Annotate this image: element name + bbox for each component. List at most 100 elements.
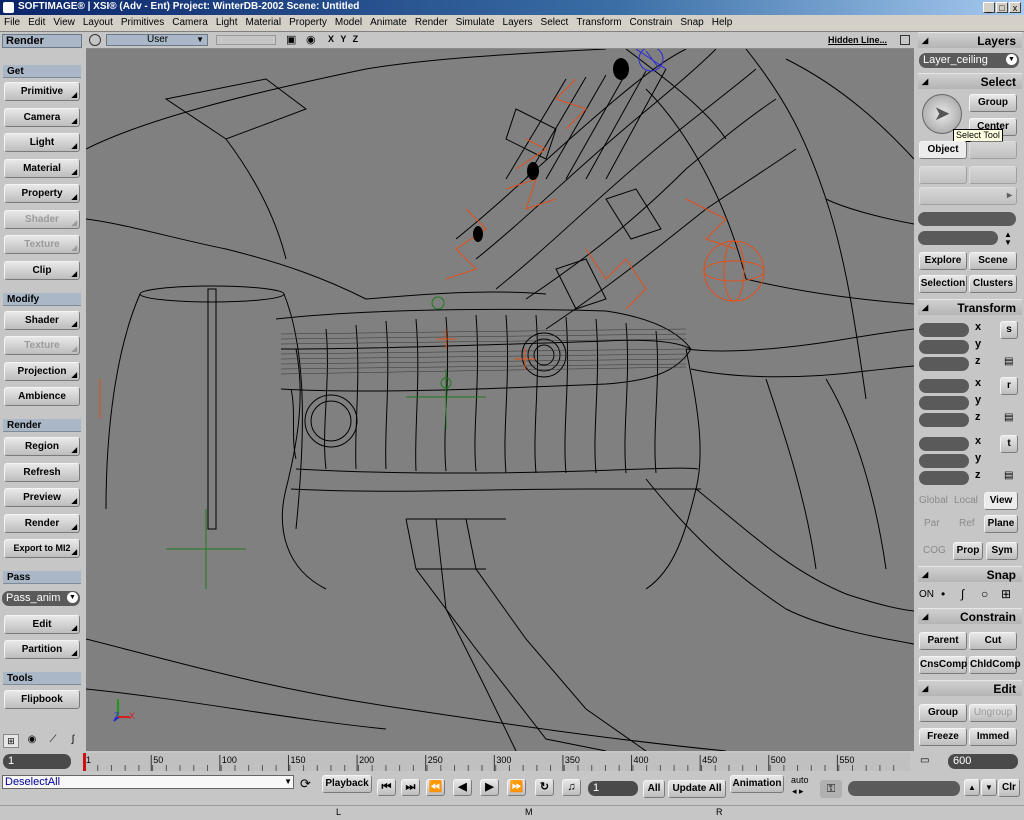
rotate-tool-button[interactable]: r: [1000, 377, 1018, 395]
select-filter-blank-2[interactable]: [919, 166, 967, 184]
scale-menu-icon[interactable]: ▤: [1004, 356, 1013, 367]
palette-tab-icon[interactable]: ◉: [24, 734, 40, 748]
clear-button[interactable]: Clr: [998, 779, 1020, 797]
scale-y-field[interactable]: [919, 340, 969, 354]
camera-icon[interactable]: ▣: [286, 33, 296, 46]
spin-arrows-icon[interactable]: ▲ ▼: [1004, 231, 1012, 247]
prev-keyframe-button[interactable]: ▲: [964, 779, 980, 796]
eye-icon[interactable]: ◉: [306, 33, 316, 46]
menu-help[interactable]: Help: [708, 15, 737, 30]
global-toggle[interactable]: Global: [919, 495, 948, 506]
ref-toggle[interactable]: Ref: [959, 518, 975, 529]
get-property-button[interactable]: Property ◢: [4, 184, 80, 203]
memo-cam-slots[interactable]: [216, 35, 276, 45]
rotate-y-field[interactable]: [919, 396, 969, 410]
get-primitive-button[interactable]: Primitive ◢: [4, 82, 80, 101]
explore-button[interactable]: Explore: [919, 252, 967, 270]
select-group-button[interactable]: Group: [969, 94, 1017, 112]
sym-toggle[interactable]: Sym: [986, 542, 1018, 560]
toolbar-tab-icon[interactable]: ⊞: [3, 734, 19, 748]
modify-shader-button[interactable]: Shader ◢: [4, 311, 80, 330]
camera-selector[interactable]: User ▼: [106, 34, 208, 46]
menu-animate[interactable]: Animate: [366, 15, 411, 30]
menu-transform[interactable]: Transform: [572, 15, 625, 30]
key-arrows-icon[interactable]: ◂ ▸: [792, 786, 804, 797]
prop-toggle[interactable]: Prop: [953, 542, 983, 560]
start-frame-field[interactable]: 1: [3, 754, 71, 769]
menu-render[interactable]: Render: [411, 15, 452, 30]
menu-layout[interactable]: Layout: [79, 15, 117, 30]
get-material-button[interactable]: Material ◢: [4, 159, 80, 178]
get-clip-button[interactable]: Clip ◢: [4, 261, 80, 280]
minimize-button[interactable]: _: [983, 2, 995, 13]
module-selector[interactable]: Render: [2, 34, 82, 48]
menu-edit[interactable]: Edit: [24, 15, 49, 30]
cnscomp-button[interactable]: CnsComp: [919, 656, 967, 674]
current-frame-marker[interactable]: [83, 753, 86, 771]
get-texture-button[interactable]: Texture ◢: [4, 235, 80, 254]
get-camera-button[interactable]: Camera ◢: [4, 108, 80, 127]
menu-layers[interactable]: Layers: [499, 15, 537, 30]
script-command-field[interactable]: DeselectAll ▼: [2, 775, 294, 789]
menu-material[interactable]: Material: [242, 15, 286, 30]
menu-constrain[interactable]: Constrain: [626, 15, 677, 30]
update-all-button[interactable]: Update All: [668, 780, 726, 798]
script-editor-icon[interactable]: ⟳: [300, 776, 311, 792]
select-filter-blank[interactable]: [969, 141, 1017, 159]
layers-header[interactable]: ◢ Layers: [918, 32, 1022, 48]
selection-scroll-field[interactable]: [918, 231, 998, 245]
constrain-header[interactable]: ◢ Constrain: [918, 608, 1022, 624]
viewport-3d[interactable]: Z X: [86, 49, 914, 751]
first-frame-button[interactable]: ⏮: [377, 779, 396, 796]
scale-x-field[interactable]: [919, 323, 969, 337]
modify-projection-button[interactable]: Projection ◢: [4, 362, 80, 381]
flipbook-button[interactable]: Flipbook: [4, 690, 80, 709]
pass-partition-button[interactable]: Partition ◢: [4, 640, 80, 659]
snap-on-toggle[interactable]: ON: [919, 589, 934, 600]
menu-light[interactable]: Light: [212, 15, 242, 30]
translate-y-field[interactable]: [919, 454, 969, 468]
auto-key-toggle[interactable]: auto: [791, 775, 809, 785]
pass-edit-button[interactable]: Edit ◢: [4, 615, 80, 634]
cut-button[interactable]: Cut: [969, 632, 1017, 650]
modify-texture-button[interactable]: Texture ◢: [4, 336, 80, 355]
menu-model[interactable]: Model: [331, 15, 366, 30]
chldcomp-button[interactable]: ChldComp: [969, 656, 1021, 674]
transform-header[interactable]: ◢ Transform: [918, 299, 1022, 315]
menu-snap[interactable]: Snap: [676, 15, 707, 30]
select-filter-menu[interactable]: ▸: [919, 187, 1017, 205]
modify-ambience-button[interactable]: Ambience: [4, 387, 80, 406]
snap-curve-icon[interactable]: ∫: [961, 587, 964, 601]
rotate-z-field[interactable]: [919, 413, 969, 427]
translate-menu-icon[interactable]: ▤: [1004, 470, 1013, 481]
scale-tool-button[interactable]: s: [1000, 321, 1018, 339]
loop-button[interactable]: ↻: [535, 779, 554, 796]
prev-key-button[interactable]: ⏪: [426, 779, 445, 796]
get-light-button[interactable]: Light ◢: [4, 133, 80, 152]
edit-group-button[interactable]: Group: [919, 704, 967, 722]
maximize-button[interactable]: □: [996, 2, 1008, 13]
keyframe-field[interactable]: [848, 781, 960, 796]
local-toggle[interactable]: Local: [954, 495, 978, 506]
next-keyframe-button[interactable]: ▼: [981, 779, 997, 796]
get-shader-button[interactable]: Shader ◢: [4, 210, 80, 229]
render-region-button[interactable]: Region ◢: [4, 437, 80, 456]
menu-property[interactable]: Property: [285, 15, 331, 30]
par-toggle[interactable]: Par: [924, 518, 940, 529]
all-button[interactable]: All: [643, 780, 665, 798]
play-forward-button[interactable]: ▶: [480, 779, 499, 796]
current-frame-field[interactable]: 1: [588, 781, 638, 796]
scene-button[interactable]: Scene: [969, 252, 1017, 270]
selection-name-field[interactable]: [918, 212, 1016, 226]
plane-toggle[interactable]: Plane: [984, 515, 1018, 533]
end-frame-field[interactable]: 600: [948, 754, 1018, 769]
freeze-button[interactable]: Freeze: [919, 728, 967, 746]
view-toggle[interactable]: View: [984, 492, 1018, 510]
snap-grid-icon[interactable]: ⊞: [1001, 587, 1011, 601]
edit-header[interactable]: ◢ Edit: [918, 680, 1022, 696]
next-key-button[interactable]: ⏩: [507, 779, 526, 796]
translate-z-field[interactable]: [919, 471, 969, 485]
brush-tab-icon[interactable]: ⟋: [45, 734, 61, 748]
snap-header[interactable]: ◢ Snap: [918, 566, 1022, 582]
menu-simulate[interactable]: Simulate: [452, 15, 499, 30]
